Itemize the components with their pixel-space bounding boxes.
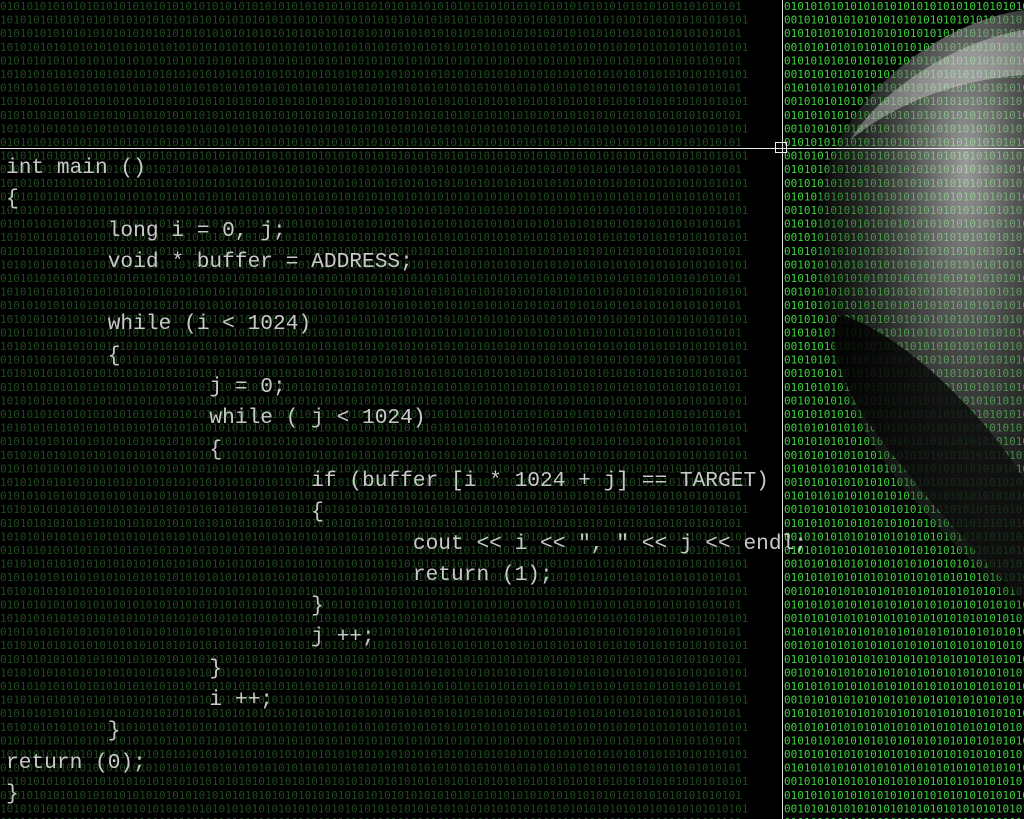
code-line: return (0); [6, 750, 146, 775]
crosshair-horizontal-line [0, 148, 1024, 149]
code-line: long i = 0, j; [6, 218, 286, 243]
desktop-wallpaper: 0101010101010101010101010101010101010101… [0, 0, 1024, 819]
code-line: j = 0; [6, 375, 286, 400]
code-line: int main () [6, 156, 146, 180]
code-line: while (i < 1024) [6, 312, 312, 337]
code-line: j ++; [6, 625, 375, 650]
code-line: { [6, 187, 19, 212]
code-line: if (buffer [i * 1024 + j] == TARGET) [6, 468, 769, 493]
code-line: } [6, 719, 121, 744]
code-line: cout << i << ", " << j << endl; [6, 531, 808, 556]
code-line: } [6, 656, 223, 681]
code-line: void * buffer = ADDRESS; [6, 249, 413, 274]
code-snippet: int main () { long i = 0, j; void * buffe… [6, 153, 807, 810]
code-line: { [6, 437, 223, 462]
code-line: while ( j < 1024) [6, 406, 426, 431]
crosshair-vertical-line [782, 0, 783, 819]
code-line: return (1); [6, 562, 553, 587]
code-line: { [6, 343, 121, 368]
code-line: { [6, 500, 324, 525]
code-line: i ++; [6, 688, 274, 713]
code-line: } [6, 781, 19, 806]
crosshair-target-icon [775, 142, 787, 153]
code-line: } [6, 594, 324, 619]
